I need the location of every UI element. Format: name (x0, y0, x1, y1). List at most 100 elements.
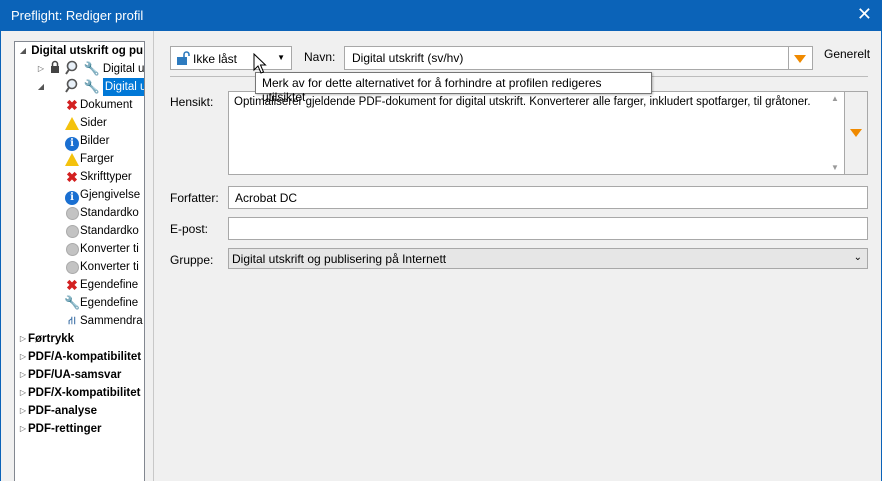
error-icon: ✖ (66, 277, 78, 293)
collapsed-arrow-icon[interactable]: ▷ (18, 420, 28, 438)
wrench-icon: 🔧 (64, 295, 81, 310)
lock-icon (49, 60, 61, 78)
dropdown-arrow-icon (850, 129, 862, 137)
disabled-circle-icon (64, 258, 80, 276)
group-label: Gruppe: (170, 253, 214, 267)
tree-check-item[interactable]: ⛙ Sammendra (64, 312, 143, 330)
tree-check-item[interactable]: Standardko (64, 222, 139, 240)
tree-group-item[interactable]: ▷ PDF/A-kompatibilitet (18, 348, 141, 366)
tree-check-item[interactable]: ✖ Dokument (64, 96, 132, 114)
tree-check-item[interactable]: Standardko (64, 204, 139, 222)
tree-check-label: Egendefine (80, 297, 139, 309)
tree-group-label: PDF/UA-samsvar (28, 369, 122, 381)
tree-check-label: Skrifttyper (80, 171, 132, 183)
collapsed-arrow-icon[interactable]: ▷ (18, 384, 28, 402)
tree-check-item[interactable]: i Gjengivelse (64, 186, 141, 205)
tree-group-item[interactable]: ▷ PDF/X-kompatibilitet (18, 384, 141, 402)
tree-check-item[interactable]: 🔧Egendefine (64, 294, 138, 312)
group-select[interactable]: Digital utskrift og publisering på Inter… (228, 248, 868, 269)
name-label: Navn: (304, 50, 336, 64)
tree-group-label: PDF-rettinger (28, 423, 102, 435)
purpose-value: Optimaliserer gjeldende PDF-dokument for… (234, 96, 811, 108)
author-label: Forfatter: (170, 191, 219, 205)
collapsed-arrow-icon[interactable]: ▷ (18, 348, 28, 366)
tree-group-item[interactable]: ▷ PDF/UA-samsvar (18, 366, 121, 384)
group-value: Digital utskrift og publisering på Inter… (232, 252, 447, 266)
tree-check-label: Dokument (80, 99, 133, 111)
error-icon: ✖ (66, 169, 78, 185)
summary-icon: ⛙ (68, 315, 76, 327)
unlocked-icon (176, 51, 190, 65)
tree-profile-item-selected[interactable]: ◢ 🔧 Digital utsk (36, 78, 144, 96)
collapsed-arrow-icon[interactable]: ▷ (36, 60, 46, 78)
tree-group-label: PDF-analyse (28, 405, 98, 417)
lock-tooltip: Merk av for dette alternativet for å for… (255, 72, 652, 104)
tree-check-label: Sammendra (80, 315, 143, 327)
tree-check-label: Sider (80, 117, 107, 129)
warning-icon (64, 114, 80, 132)
name-combobox[interactable]: Digital utskrift (sv/hv) (344, 46, 813, 70)
profile-tree[interactable]: ◢ Digital utskrift og pu ▷ 🔧 Digital uts… (14, 41, 145, 481)
purpose-scrollbar[interactable]: ▲ ▼ (827, 92, 844, 174)
author-value: Acrobat DC (235, 191, 298, 205)
collapsed-arrow-icon[interactable]: ▷ (18, 366, 28, 384)
magnifier-icon (64, 78, 80, 96)
disabled-circle-icon (64, 240, 80, 258)
tree-group-item[interactable]: ▷ PDF-analyse (18, 402, 97, 420)
tree-group-label: Førtrykk (28, 333, 75, 345)
name-dropdown-button[interactable] (788, 47, 812, 69)
tree-profile-label: Digital utsk (102, 78, 144, 96)
tree-check-item[interactable]: i Bilder (64, 132, 110, 151)
expanded-arrow-icon[interactable]: ◢ (18, 42, 28, 60)
window-title: Preflight: Rediger profil (11, 8, 144, 23)
tree-root[interactable]: ◢ Digital utskrift og pu (18, 42, 143, 60)
collapsed-arrow-icon[interactable]: ▷ (18, 330, 28, 348)
purpose-dropdown-button[interactable] (845, 91, 868, 175)
info-icon: i (64, 132, 80, 151)
tree-check-item[interactable]: Farger (64, 150, 114, 168)
collapsed-arrow-icon[interactable]: ▷ (18, 402, 28, 420)
tree-check-item[interactable]: ✖ Skrifttyper (64, 168, 132, 186)
lock-dropdown-button[interactable]: Ikke låst ▼ (170, 46, 292, 70)
email-label: E-post: (170, 222, 209, 236)
wrench-icon: 🔧 (83, 61, 100, 76)
scroll-up-icon[interactable]: ▲ (831, 94, 839, 103)
tree-check-label: Gjengivelse (80, 189, 141, 201)
email-field[interactable] (228, 217, 868, 240)
tree-check-label: Farger (80, 153, 114, 165)
tree-check-item[interactable]: Sider (64, 114, 107, 132)
section-label: Generelt (824, 47, 871, 61)
main-panel: Ikke låst ▼ Navn: Digital utskrift (sv/h… (161, 31, 881, 481)
tree-check-label: Standardko (80, 207, 139, 219)
author-field[interactable]: Acrobat DC (228, 186, 868, 209)
tree-profile-item[interactable]: ▷ 🔧 Digital utsk (36, 60, 145, 78)
tree-root-label: Digital utskrift og pu (31, 45, 144, 57)
tree-check-item[interactable]: ✖ Egendefine (64, 276, 138, 294)
tree-group-label: PDF/X-kompatibilitet (28, 387, 141, 399)
splitter[interactable] (153, 31, 154, 481)
caret-down-icon: ▼ (277, 53, 285, 62)
tree-check-item[interactable]: Konverter ti (64, 240, 139, 258)
dialog-body: ◢ Digital utskrift og pu ▷ 🔧 Digital uts… (0, 31, 882, 481)
purpose-textarea[interactable]: Optimaliserer gjeldende PDF-dokument for… (228, 91, 845, 175)
disabled-circle-icon (64, 204, 80, 222)
info-icon: i (64, 186, 80, 205)
dropdown-arrow-icon (794, 55, 806, 63)
error-icon: ✖ (66, 97, 78, 113)
tree-group-item[interactable]: ▷ Førtrykk (18, 330, 74, 348)
title-bar: Preflight: Rediger profil ✕ (0, 0, 882, 31)
wrench-icon: 🔧 (83, 79, 100, 94)
lock-label: Ikke låst (193, 52, 238, 66)
name-value: Digital utskrift (sv/hv) (352, 51, 464, 65)
expanded-arrow-icon[interactable]: ◢ (36, 78, 46, 96)
tree-group-label: PDF/A-kompatibilitet (28, 351, 142, 363)
tree-profile-label: Digital utsk (102, 63, 145, 75)
chevron-down-icon: ⌄ (853, 252, 862, 263)
warning-icon (64, 150, 80, 168)
tree-check-label: Bilder (80, 135, 110, 147)
tree-check-item[interactable]: Konverter ti (64, 258, 139, 276)
tree-group-item[interactable]: ▷ PDF-rettinger (18, 420, 102, 438)
close-icon[interactable]: ✕ (857, 5, 872, 23)
scroll-down-icon[interactable]: ▼ (831, 163, 839, 172)
disabled-circle-icon (64, 222, 80, 240)
